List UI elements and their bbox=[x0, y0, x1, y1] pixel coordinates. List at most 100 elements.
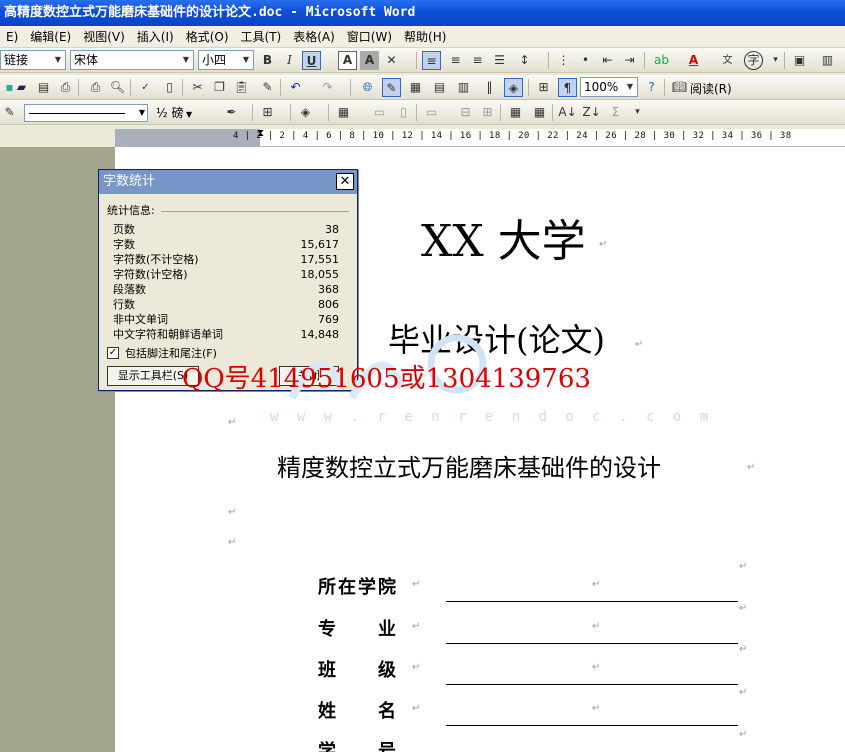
shading-color-icon[interactable]: ◈ bbox=[296, 103, 315, 122]
distributed-align-icon[interactable]: ☰ bbox=[490, 51, 509, 70]
enclose-char-icon[interactable]: 字 bbox=[744, 51, 763, 70]
autosum-icon[interactable]: Σ bbox=[606, 103, 625, 122]
field-line-major[interactable] bbox=[446, 643, 738, 644]
read-mode-icon[interactable]: 📖︎ bbox=[670, 78, 689, 97]
tables-borders-icon[interactable]: ✎ bbox=[382, 78, 401, 97]
permission-icon[interactable]: ▤ bbox=[34, 78, 53, 97]
font-size-select[interactable]: 小四 ▼ bbox=[198, 50, 254, 70]
field-label-name: 姓 名 bbox=[318, 701, 398, 722]
redo-icon[interactable]: ↷ bbox=[318, 78, 337, 97]
merge-cells-icon[interactable]: ▭ bbox=[370, 103, 389, 122]
print-icon[interactable]: ⎙ bbox=[56, 78, 75, 97]
paragraph-mark: ↵ bbox=[739, 687, 748, 698]
numbering-icon[interactable]: ⋮ bbox=[554, 51, 573, 70]
table-row: 字数 15,617 bbox=[113, 237, 339, 252]
highlight-icon[interactable]: ab bbox=[652, 51, 671, 70]
split-cells-icon[interactable]: ▯ bbox=[394, 103, 413, 122]
help-icon[interactable]: ? bbox=[642, 78, 661, 97]
menu-item-edit[interactable]: 编辑(E) bbox=[24, 26, 77, 47]
drawing-icon[interactable]: ‖ bbox=[480, 78, 499, 97]
font-select[interactable]: 宋体 ▼ bbox=[70, 50, 194, 70]
style-select[interactable]: 链接 ▼ bbox=[0, 50, 66, 70]
distribute-rows-icon[interactable]: ⊟ bbox=[456, 103, 475, 122]
toolbar-options-icon-2[interactable]: ▾ bbox=[628, 103, 647, 122]
field-line-name[interactable] bbox=[446, 725, 738, 726]
menu-item-help[interactable]: 帮助(H) bbox=[398, 26, 452, 47]
insert-excel-icon[interactable]: ▤ bbox=[430, 78, 449, 97]
paragraph-mark: ↵ bbox=[592, 703, 601, 714]
paste-icon[interactable]: 📋︎ bbox=[232, 78, 251, 97]
indent-marker-icon[interactable]: ⧗ bbox=[257, 129, 264, 139]
underline-icon[interactable]: U bbox=[302, 51, 321, 70]
cut-icon[interactable]: ✂ bbox=[188, 78, 207, 97]
italic-icon[interactable]: I bbox=[280, 51, 299, 70]
horizontal-ruler[interactable]: 4 | 2 | 2 | 4 | 6 | 8 | 10 | 12 | 14 | 1… bbox=[115, 129, 845, 147]
field-line-class[interactable] bbox=[446, 684, 738, 685]
outside-border-icon[interactable]: ⊞ bbox=[258, 103, 277, 122]
drawing-toolbar-icon[interactable]: ◈ bbox=[504, 78, 523, 97]
align-justify-icon[interactable]: ≡ bbox=[422, 51, 441, 70]
paragraph-mark: ↵ bbox=[412, 703, 421, 714]
stats-group-label: 统计信息: bbox=[107, 204, 155, 217]
stat-value: 368 bbox=[318, 283, 339, 296]
menu-item-insert[interactable]: 插入(I) bbox=[131, 26, 180, 47]
insert-table-icon-2[interactable]: ▦ bbox=[334, 103, 353, 122]
border-color-icon[interactable]: ✒ bbox=[222, 103, 241, 122]
autofit-icon[interactable]: ▦ bbox=[530, 103, 549, 122]
format-painter-icon[interactable]: ✎ bbox=[258, 78, 277, 97]
copy-icon[interactable]: ❐ bbox=[210, 78, 229, 97]
columns-icon-2[interactable]: ▥ bbox=[454, 78, 473, 97]
line-spacing-icon[interactable]: ↕ bbox=[515, 51, 534, 70]
font-color-icon[interactable]: A bbox=[684, 51, 703, 70]
bold-icon[interactable]: B bbox=[258, 51, 277, 70]
zoom-select[interactable]: 100% ▼ bbox=[580, 77, 638, 97]
formatting-toolbar: 链接 ▼ 宋体 ▼ 小四 ▼ B I U A A ✕ ≡ ≡ ≡ ☰ ↕ ⋮ • ⇤ … bbox=[0, 48, 845, 73]
include-footnotes-checkbox[interactable]: ✓ bbox=[107, 347, 119, 359]
menu-item-tools[interactable]: 工具(T) bbox=[235, 26, 288, 47]
undo-icon[interactable]: ↶ bbox=[286, 78, 305, 97]
increase-indent-icon[interactable]: ⇥ bbox=[620, 51, 639, 70]
align-center-icon[interactable]: ≡ bbox=[446, 51, 465, 70]
print-preview-icon[interactable]: ⎙ bbox=[86, 78, 105, 97]
hyperlink-icon[interactable]: 🌐︎ bbox=[358, 78, 377, 97]
menu-item-table[interactable]: 表格(A) bbox=[287, 26, 341, 47]
preview-icon[interactable]: 🔍︎ bbox=[108, 78, 127, 97]
insert-table-icon[interactable]: ▦ bbox=[406, 78, 425, 97]
line-style-select[interactable]: ▼ bbox=[24, 104, 148, 122]
spelling-icon[interactable]: ✓ bbox=[136, 78, 155, 97]
columns-icon[interactable]: ▥ bbox=[818, 51, 837, 70]
draw-table-icon[interactable]: ✎ bbox=[0, 103, 19, 122]
char-shading-icon[interactable]: A bbox=[360, 51, 379, 70]
decrease-indent-icon[interactable]: ⇤ bbox=[598, 51, 617, 70]
table-autoformat-icon[interactable]: ▦ bbox=[506, 103, 525, 122]
stat-value: 806 bbox=[318, 298, 339, 311]
menu-item-window[interactable]: 窗口(W) bbox=[341, 26, 398, 47]
thesis-topic-title: 精度数控立式万能磨床基础件的设计 bbox=[277, 454, 661, 482]
bullets-icon[interactable]: • bbox=[576, 51, 595, 70]
show-hide-icon[interactable]: ¶ bbox=[558, 78, 577, 97]
save-icon[interactable]: ▰ bbox=[12, 78, 31, 97]
char-scale-icon[interactable]: ✕ bbox=[382, 51, 401, 70]
align-right-icon[interactable]: ≡ bbox=[468, 51, 487, 70]
paragraph-mark: ↵ bbox=[739, 729, 748, 740]
distribute-columns-icon[interactable]: ⊞ bbox=[478, 103, 497, 122]
toolbar-options-icon[interactable]: ▾ bbox=[766, 51, 785, 70]
menu-item-file-partial[interactable]: E) bbox=[0, 26, 24, 47]
university-title: XX 大学 bbox=[421, 216, 586, 267]
tables-borders-toolbar: ✎ ▼ ½ 磅 ▼ ✒ ⊞ ◈ ▦ ▭ ▯ ▭ ⊟ ⊞ ▦ ▦ A↓ Z↓ Σ … bbox=[0, 100, 845, 125]
line-weight-select[interactable]: ½ 磅 ▼ bbox=[156, 104, 216, 122]
menu-item-view[interactable]: 视图(V) bbox=[77, 26, 131, 47]
document-map-icon[interactable]: ⊞ bbox=[534, 78, 553, 97]
table-row: 行数 806 bbox=[113, 297, 339, 312]
field-line-college[interactable] bbox=[446, 601, 738, 602]
read-mode-label[interactable]: 阅读(R) bbox=[690, 80, 732, 97]
align-cell-icon[interactable]: ▭ bbox=[422, 103, 441, 122]
picture-icon[interactable]: ▣ bbox=[790, 51, 809, 70]
menu-item-format[interactable]: 格式(O) bbox=[180, 26, 235, 47]
sort-ascending-icon[interactable]: A↓ bbox=[558, 103, 577, 122]
sort-descending-icon[interactable]: Z↓ bbox=[582, 103, 601, 122]
research-icon[interactable]: ▯ bbox=[160, 78, 179, 97]
char-border-icon[interactable]: A bbox=[338, 51, 357, 70]
phonetic-guide-icon[interactable]: 文 bbox=[718, 51, 737, 70]
close-icon[interactable]: ✕ bbox=[336, 173, 354, 190]
